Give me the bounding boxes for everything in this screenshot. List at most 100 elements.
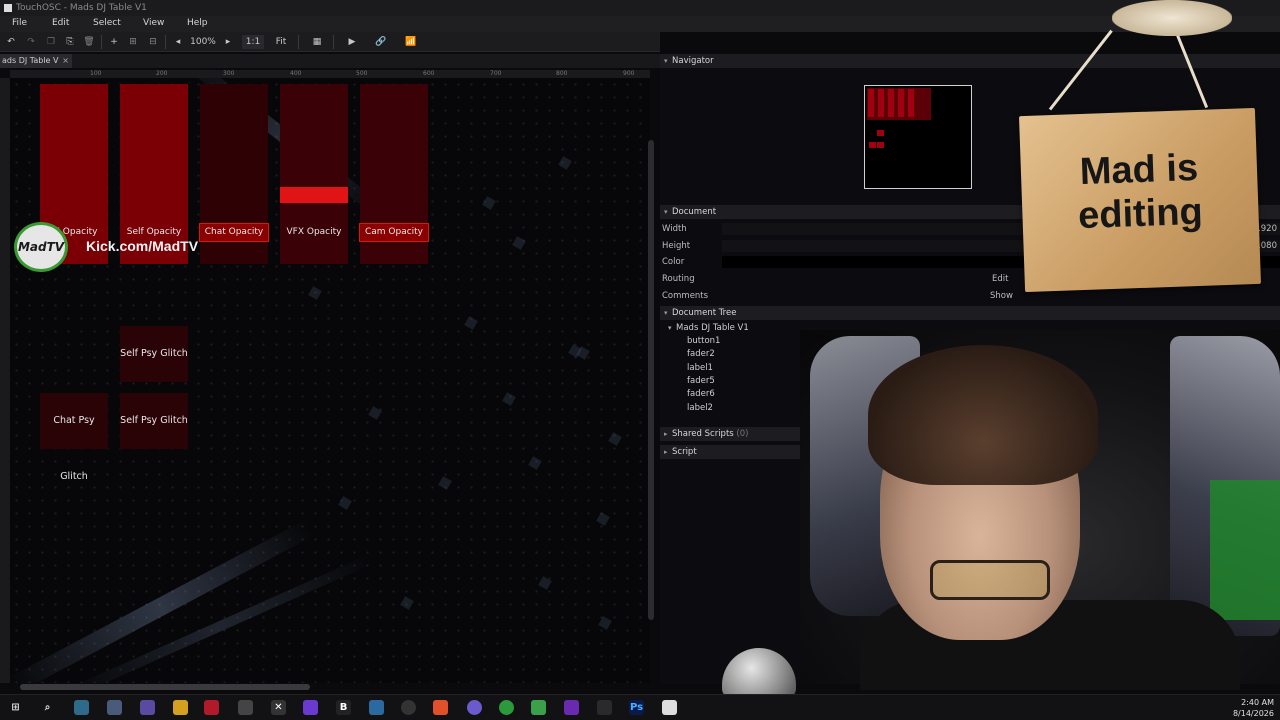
app-icon[interactable] <box>467 700 482 715</box>
app-icon[interactable] <box>369 700 384 715</box>
shared-scripts-count: (0) <box>736 429 749 439</box>
fader-handle[interactable] <box>280 187 348 203</box>
app-icon[interactable] <box>597 700 612 715</box>
navigator-viewport[interactable] <box>864 85 972 189</box>
menu-file[interactable]: File <box>12 18 27 28</box>
play-icon[interactable]: ▶ <box>344 35 360 49</box>
tree-item-label: label2 <box>687 403 713 413</box>
particle <box>308 286 322 300</box>
editing-sign: Mad is editing <box>1019 107 1261 293</box>
wifi-icon[interactable]: 📶 <box>403 35 419 49</box>
color-label: Color <box>662 257 685 267</box>
tree-item-label: fader6 <box>687 389 715 399</box>
menu-select[interactable]: Select <box>93 18 121 28</box>
shared-scripts-label: Shared Scripts <box>672 429 734 439</box>
folder-icon[interactable] <box>173 700 188 715</box>
particle <box>538 576 552 590</box>
system-clock[interactable]: 2:40 AM 8/14/2026 <box>1233 697 1274 719</box>
tab-bar: ads DJ Table V × <box>0 54 660 68</box>
delete-icon[interactable]: 🗑 <box>82 35 96 49</box>
particle <box>528 456 542 470</box>
group-icon[interactable]: ⊞ <box>126 35 140 49</box>
search-icon[interactable]: ⌕ <box>40 700 55 715</box>
routing-label: Routing <box>662 274 695 284</box>
comments-label: Comments <box>662 291 709 301</box>
particle <box>598 616 612 630</box>
bold-b-icon[interactable]: B <box>336 700 351 715</box>
app-icon[interactable] <box>303 700 318 715</box>
editor-canvas[interactable]: IN Opacity Self Opacity Chat Opacity VFX… <box>10 78 650 683</box>
tree-item-label: fader5 <box>687 376 715 386</box>
photoshop-icon[interactable]: Ps <box>629 700 644 715</box>
ruler-tick: 400 <box>290 70 302 77</box>
brave-icon[interactable] <box>433 700 448 715</box>
rope-knot <box>1112 0 1232 36</box>
menu-edit[interactable]: Edit <box>52 18 69 28</box>
menu-view[interactable]: View <box>143 18 164 28</box>
ruler-tick: 200 <box>156 70 168 77</box>
stream-watermark: MadTV Kick.com/MadTV <box>14 222 254 272</box>
particle <box>368 406 382 420</box>
app-icon[interactable] <box>531 700 546 715</box>
chrome-icon[interactable] <box>499 700 514 715</box>
redo-icon[interactable]: ↷ <box>24 35 38 49</box>
ruler-vertical <box>0 78 10 683</box>
undo-icon[interactable]: ↶ <box>4 35 18 49</box>
grid-icon[interactable]: ▦ <box>309 35 325 49</box>
taskbar: ⊞ ⌕ ✕ B Ps 2:40 AM 8/14/2026 <box>0 694 1280 720</box>
ruler-tick: 600 <box>423 70 435 77</box>
particle <box>558 156 572 170</box>
app-icon[interactable] <box>564 700 579 715</box>
fit-button[interactable]: Fit <box>270 35 292 49</box>
tree-item-label: button1 <box>687 336 721 346</box>
document-tree-header[interactable]: ▾ Document Tree <box>660 306 1280 320</box>
ruler-tick: 900 <box>623 70 635 77</box>
app-icon[interactable] <box>74 700 89 715</box>
comments-show-button[interactable]: Show <box>990 288 1013 304</box>
close-icon[interactable]: × <box>62 54 69 68</box>
tab-label: ads DJ Table V <box>2 56 59 65</box>
routing-edit-button[interactable]: Edit <box>992 271 1008 287</box>
document-title: Document <box>672 207 717 217</box>
clock-time: 2:40 AM <box>1241 698 1274 707</box>
copy-icon[interactable]: ❐ <box>44 35 58 49</box>
chair-accent <box>1210 480 1280 620</box>
paste-icon[interactable]: ⎘ <box>63 35 77 49</box>
app-icon[interactable] <box>238 700 253 715</box>
app-icon[interactable] <box>140 700 155 715</box>
particle <box>400 596 414 610</box>
tree-item-label: label1 <box>687 363 713 373</box>
glasses <box>930 560 1050 600</box>
particle <box>608 432 622 446</box>
chat-psy-glitch-button[interactable]: Chat Psy Glitch <box>40 393 108 482</box>
zoom-in-icon[interactable]: ▸ <box>222 35 234 49</box>
toolbar: ↶ ↷ ❐ ⎘ 🗑 + ⊞ ⊟ ◂ 100% ▸ 1:1 Fit ▦ ▶ 🔗 📶 <box>0 32 660 52</box>
canvas-scrollbar[interactable] <box>648 140 654 620</box>
fader-label: Cam Opacity <box>359 223 429 242</box>
windows-start-icon[interactable]: ⊞ <box>8 700 23 715</box>
obs-icon[interactable] <box>401 700 416 715</box>
app-icon[interactable] <box>204 700 219 715</box>
capcut-icon[interactable]: ✕ <box>271 700 286 715</box>
zoom-1-1-button[interactable]: 1:1 <box>242 35 264 49</box>
canvas-horizontal-scrollbar[interactable] <box>20 684 310 690</box>
menu-help[interactable]: Help <box>187 18 208 28</box>
ungroup-icon[interactable]: ⊟ <box>146 35 160 49</box>
particle <box>438 476 452 490</box>
width-label: Width <box>662 224 687 234</box>
particle <box>512 236 526 250</box>
add-icon[interactable]: + <box>107 35 121 49</box>
file-icon[interactable] <box>662 700 677 715</box>
document-tab[interactable]: ads DJ Table V × <box>0 54 72 68</box>
document-tree-title: Document Tree <box>672 308 737 318</box>
comments-row: Comments Show <box>660 288 1280 304</box>
menu-bar: File Edit Select View Help <box>0 16 1280 32</box>
self-psy-glitch-button-2[interactable]: Self Psy Glitch <box>120 393 188 449</box>
zoom-level[interactable]: 100% <box>188 35 218 49</box>
ruler-tick: 300 <box>223 70 235 77</box>
zoom-out-icon[interactable]: ◂ <box>172 35 184 49</box>
link-icon[interactable]: 🔗 <box>373 35 389 49</box>
self-psy-glitch-button[interactable]: Self Psy Glitch <box>120 326 188 382</box>
caret-down-icon: ▾ <box>664 57 668 65</box>
app-icon[interactable] <box>107 700 122 715</box>
